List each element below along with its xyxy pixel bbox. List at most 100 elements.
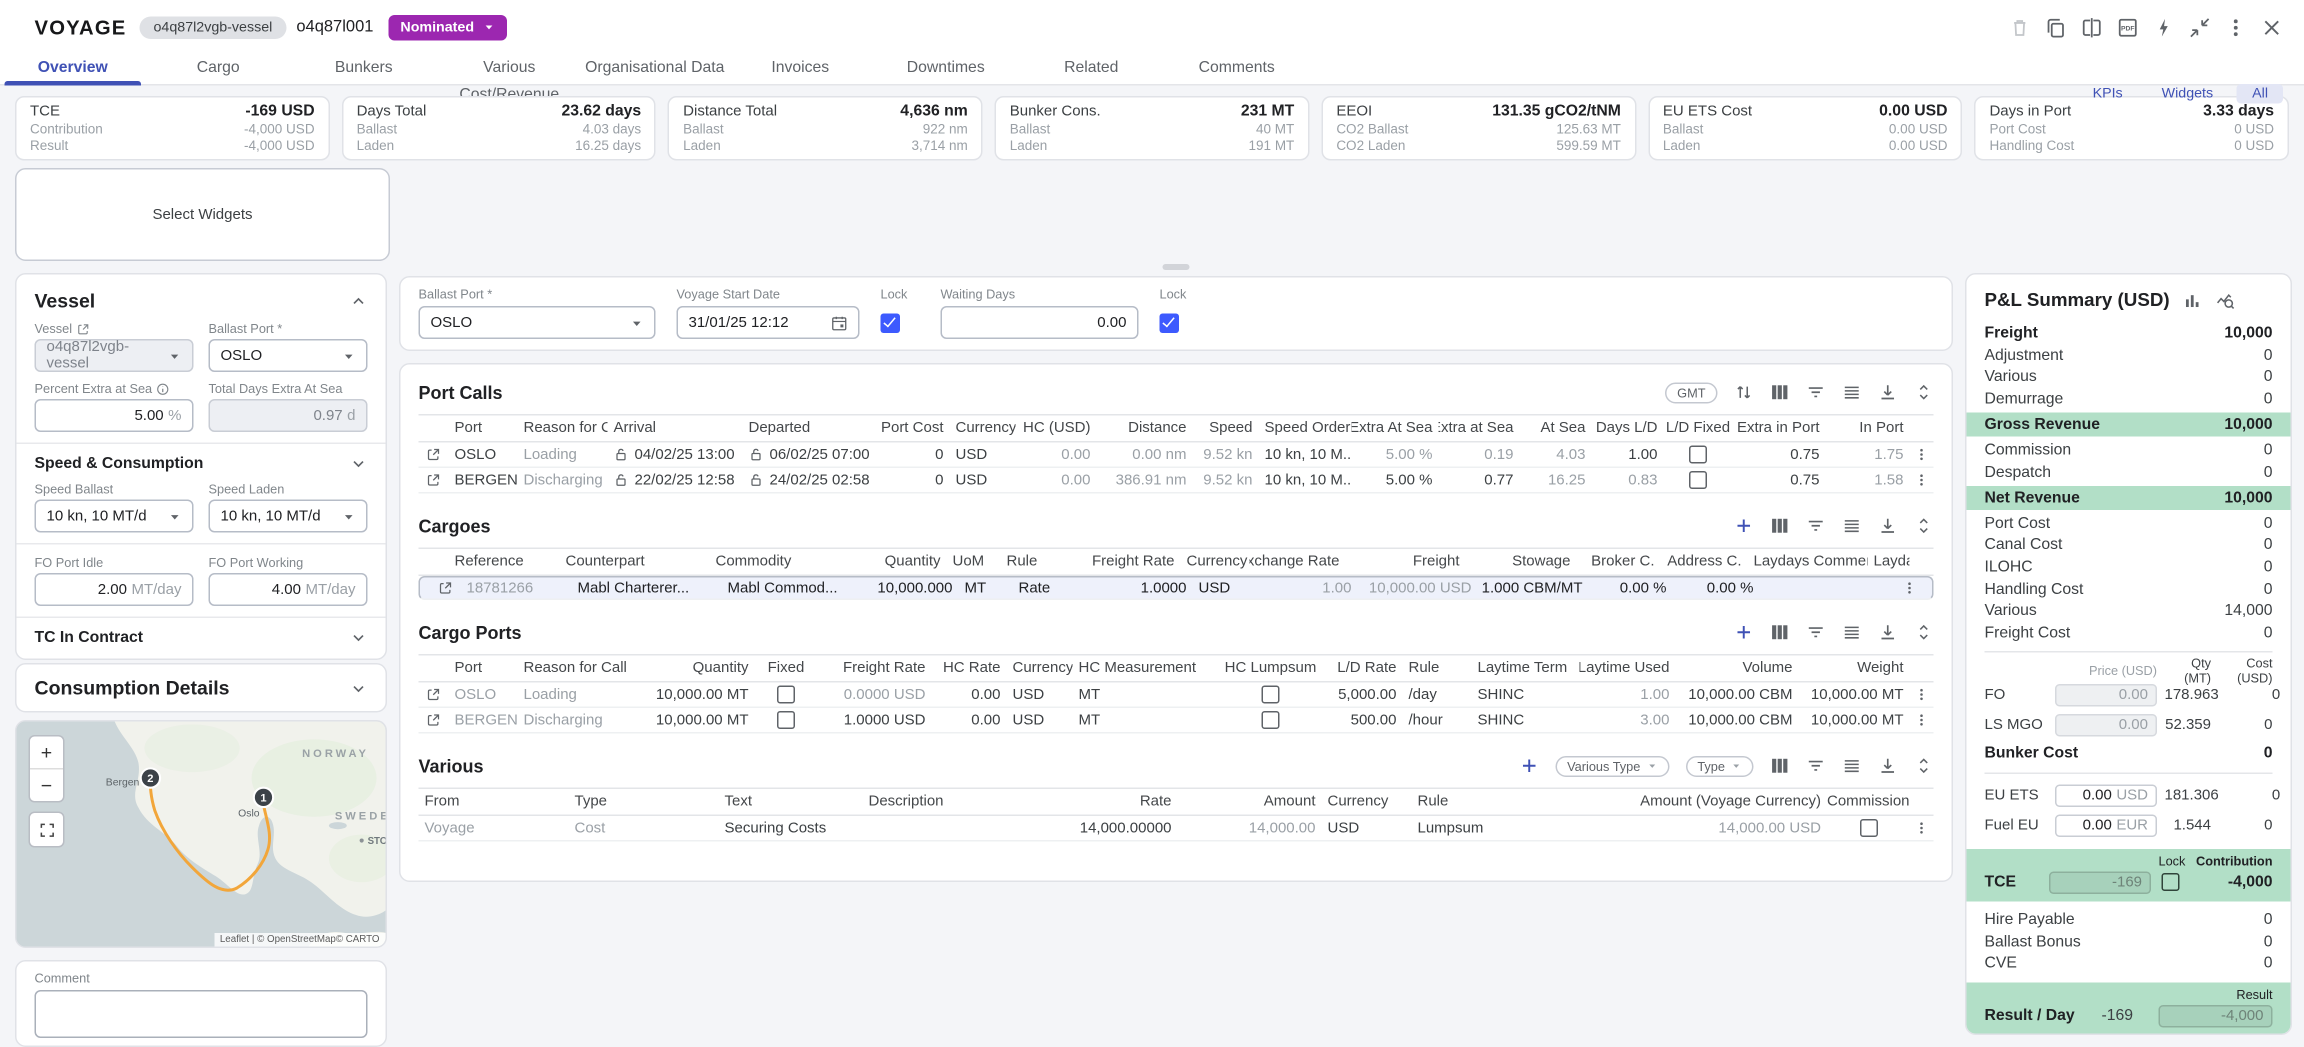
pdf-icon[interactable]: PDF — [2117, 16, 2140, 39]
tab-invoices[interactable]: Invoices — [728, 54, 874, 84]
tce-lock-checkbox[interactable] — [2162, 873, 2180, 891]
various-type-pill[interactable]: Various Type — [1555, 755, 1669, 776]
col-freight-rate[interactable]: Freight Rate — [1091, 554, 1181, 571]
tab-comments[interactable]: Comments — [1164, 54, 1310, 84]
sort-icon[interactable] — [1734, 383, 1754, 403]
checkbox[interactable] — [777, 711, 795, 729]
download-icon[interactable] — [1878, 623, 1898, 643]
tab-organisational-data[interactable]: Organisational Data — [582, 54, 728, 84]
tab-bunkers[interactable]: Bunkers — [291, 54, 437, 84]
col-hc-usd[interactable]: HC (USD) — [1016, 420, 1097, 437]
col-l-d-rate[interactable]: L/D Rate — [1316, 660, 1403, 677]
col-rate[interactable]: Rate — [1028, 794, 1178, 811]
col-days-l-d[interactable]: Days L/D — [1592, 420, 1664, 437]
table-row[interactable]: OSLOLoading04/02/25 13:0006/02/25 07:000… — [419, 443, 1934, 469]
waiting-days-input[interactable]: 0.00 — [941, 306, 1139, 339]
compare-icon[interactable] — [2081, 16, 2104, 39]
col-uom[interactable]: UoM — [947, 554, 1001, 571]
col-arrival[interactable]: Arrival — [608, 420, 743, 437]
col-laydays-cancelling[interactable]: Laydays Cancelling — [1868, 554, 1910, 571]
col-reason-for-c[interactable]: Reason for C... — [518, 420, 608, 437]
col-amount-voyage-currency[interactable]: Amount (Voyage Currency) — [1602, 794, 1827, 811]
close-icon[interactable] — [2261, 16, 2284, 39]
external-link-icon[interactable] — [77, 322, 91, 336]
waiting-days-lock-checkbox[interactable] — [1160, 313, 1180, 333]
col-counterpart[interactable]: Counterpart — [560, 554, 710, 571]
col-distance[interactable]: Distance — [1097, 420, 1193, 437]
table-row[interactable]: OSLOLoading10,000.00 MT0.0000 USD0.00USD… — [419, 683, 1934, 709]
ext-icon[interactable] — [426, 687, 441, 702]
map-zoom-in-button[interactable]: + — [30, 737, 63, 770]
checkbox[interactable] — [777, 686, 795, 704]
col-rule[interactable]: Rule — [1403, 660, 1472, 677]
add-icon[interactable] — [1734, 516, 1754, 536]
col-rule[interactable]: Rule — [1001, 554, 1091, 571]
add-icon[interactable] — [1519, 756, 1539, 776]
table-row[interactable]: BERGENDischarging10,000.00 MT1.0000 USD0… — [419, 708, 1934, 734]
tab-cargo[interactable]: Cargo — [146, 54, 292, 84]
form-ballast-port-select[interactable]: OSLO — [419, 306, 656, 339]
start-date-input[interactable]: 31/01/25 12:12 — [677, 306, 860, 339]
col-speed-order[interactable]: Speed Order — [1259, 420, 1352, 437]
col-address-c[interactable]: Address C. — [1661, 554, 1748, 571]
ets-price-input[interactable]: 0.00EUR — [2055, 815, 2157, 838]
checkbox[interactable] — [1859, 819, 1877, 837]
filter-icon[interactable] — [1806, 516, 1826, 536]
kebab-icon[interactable] — [1914, 447, 1929, 462]
drag-handle[interactable] — [1163, 264, 1190, 270]
col-laydays-commence[interactable]: Laydays Commence — [1748, 554, 1868, 571]
ext-icon[interactable] — [426, 473, 441, 488]
speed-ballast-select[interactable]: 10 kn, 10 MT/d — [35, 500, 194, 533]
chevron-up-icon[interactable] — [350, 292, 368, 310]
col-extra-at-sea[interactable]: % Extra At Sea — [1352, 420, 1439, 437]
fo-port-idle-input[interactable]: 2.00 MT/day — [35, 573, 194, 606]
start-date-lock-checkbox[interactable] — [881, 313, 901, 333]
col-laytime-used[interactable]: Laytime Used — [1580, 660, 1676, 677]
table-row[interactable]: BERGENDischarging22/02/25 12:5824/02/25 … — [419, 468, 1934, 494]
tab-downtimes[interactable]: Downtimes — [873, 54, 1019, 84]
col-commission[interactable]: Commission — [1827, 794, 1910, 811]
download-icon[interactable] — [1878, 516, 1898, 536]
route-map[interactable]: NORWAY SWEDEN STOCKH Bergen Oslo 2 1 + −… — [15, 720, 387, 948]
percent-extra-input[interactable]: 5.00 % — [35, 399, 194, 432]
col-speed[interactable]: Speed — [1193, 420, 1259, 437]
chart-search-icon[interactable] — [2216, 290, 2236, 310]
table-row[interactable]: VoyageCostSecuring Costs14,000.0000014,0… — [419, 816, 1934, 842]
col-amount[interactable]: Amount — [1178, 794, 1322, 811]
col-commodity[interactable]: Commodity — [710, 554, 848, 571]
checkbox[interactable] — [1262, 711, 1280, 729]
download-icon[interactable] — [1878, 756, 1898, 776]
checkbox[interactable] — [1689, 446, 1707, 464]
ext-icon[interactable] — [426, 713, 441, 728]
col-l-d-fixed[interactable]: L/D Fixed — [1664, 420, 1733, 437]
kebab-icon[interactable] — [1914, 473, 1929, 488]
view-link-kpis[interactable]: KPIs — [2078, 84, 2138, 104]
col-in-port[interactable]: In Port — [1826, 420, 1910, 437]
status-dropdown[interactable]: Nominated — [388, 14, 507, 40]
speed-laden-select[interactable]: 10 kn, 10 MT/d — [209, 500, 368, 533]
tab-overview[interactable]: Overview — [0, 54, 146, 84]
map-fullscreen-button[interactable] — [29, 812, 65, 848]
download-icon[interactable] — [1878, 383, 1898, 403]
col-port[interactable]: Port — [449, 420, 518, 437]
col-departed[interactable]: Departed — [743, 420, 878, 437]
checkbox[interactable] — [1689, 471, 1707, 489]
col-hc-measurement[interactable]: HC Measurement — [1073, 660, 1226, 677]
col-stowage[interactable]: Stowage — [1466, 554, 1577, 571]
map-marker-oslo[interactable]: 1 — [254, 788, 273, 807]
table-row[interactable]: 18781266Mabl Charterer...Mabl Commod...1… — [419, 576, 1934, 600]
tab-related[interactable]: Related — [1019, 54, 1165, 84]
comment-textarea[interactable] — [35, 990, 368, 1038]
col-reference[interactable]: Reference — [449, 554, 560, 571]
col-fixed[interactable]: Fixed — [755, 660, 818, 677]
bolt-icon[interactable] — [2153, 16, 2176, 39]
add-icon[interactable] — [1734, 623, 1754, 643]
col-rule[interactable]: Rule — [1412, 794, 1603, 811]
map-zoom-out-button[interactable]: − — [30, 770, 63, 802]
kebab-icon[interactable] — [2225, 16, 2248, 39]
columns-icon[interactable] — [1770, 756, 1790, 776]
columns-icon[interactable] — [1770, 516, 1790, 536]
col-freight[interactable]: Freight — [1346, 554, 1466, 571]
density-icon[interactable] — [1842, 516, 1862, 536]
expand-icon[interactable] — [1914, 516, 1934, 536]
